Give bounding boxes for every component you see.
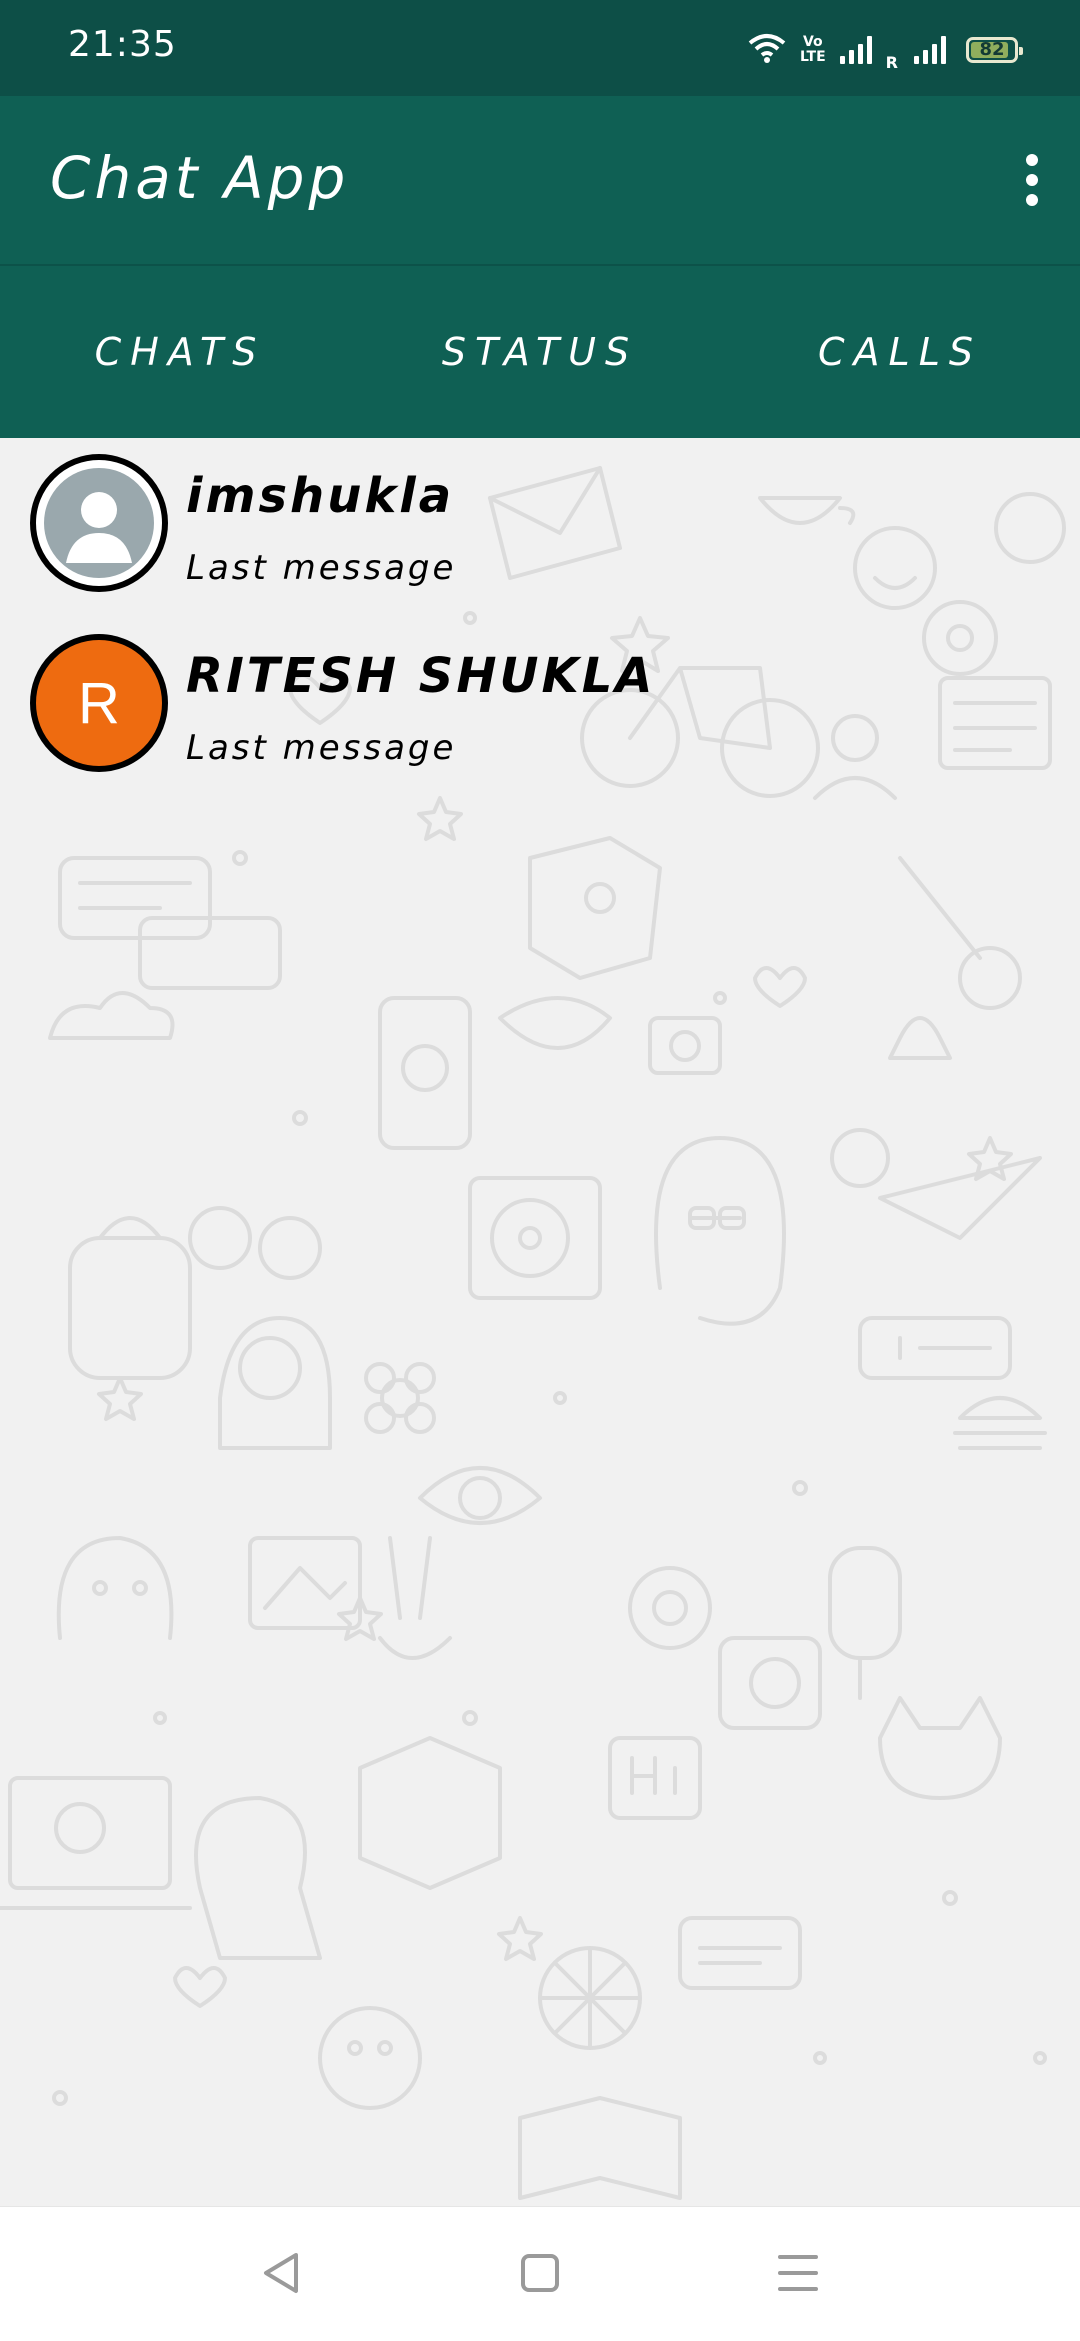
- volte-line2: LTE: [799, 49, 826, 65]
- more-vert-icon[interactable]: [1014, 140, 1050, 220]
- chat-row-ritesh-shukla[interactable]: R RITESH SHUKLA Last message: [0, 620, 1080, 800]
- chat-name: RITESH SHUKLA: [186, 648, 656, 704]
- tab-status[interactable]: STATUS: [360, 266, 720, 438]
- battery-level: 82: [979, 39, 1005, 60]
- menu-lines-icon[interactable]: [768, 2243, 828, 2303]
- tab-bar: CHATS STATUS CALLS: [0, 266, 1080, 438]
- signal-icon-2: [914, 36, 946, 64]
- chat-last-message: Last message: [186, 728, 457, 768]
- roaming-label: R: [885, 53, 898, 72]
- back-triangle-icon[interactable]: [252, 2243, 312, 2303]
- status-bar: 21:35 Vo LTE R 82: [0, 0, 1080, 96]
- navigation-bar: [0, 2206, 1080, 2341]
- tab-calls[interactable]: CALLS: [720, 266, 1080, 438]
- battery-icon: 82: [966, 37, 1023, 63]
- default-person-icon: [66, 492, 132, 563]
- tab-chats[interactable]: CHATS: [0, 266, 360, 438]
- app-bar: Chat App: [0, 96, 1080, 264]
- status-icons: Vo LTE R 82: [748, 28, 1023, 72]
- avatar: [30, 454, 168, 592]
- chat-list[interactable]: imshukla Last message R RITESH SHUKLA La…: [0, 438, 1080, 2206]
- volte-icon: Vo LTE: [800, 35, 826, 65]
- status-time: 21:35: [68, 24, 177, 65]
- avatar: R: [30, 634, 168, 772]
- avatar-letter: R: [78, 670, 120, 736]
- wifi-icon: [748, 33, 786, 67]
- app-title: Chat App: [50, 144, 350, 212]
- chat-row-imshukla[interactable]: imshukla Last message: [0, 440, 1080, 620]
- chat-last-message: Last message: [186, 548, 457, 588]
- volte-line1: Vo: [802, 34, 823, 50]
- home-square-icon[interactable]: [510, 2243, 570, 2303]
- signal-icon: [839, 36, 872, 64]
- chat-name: imshukla: [186, 468, 455, 524]
